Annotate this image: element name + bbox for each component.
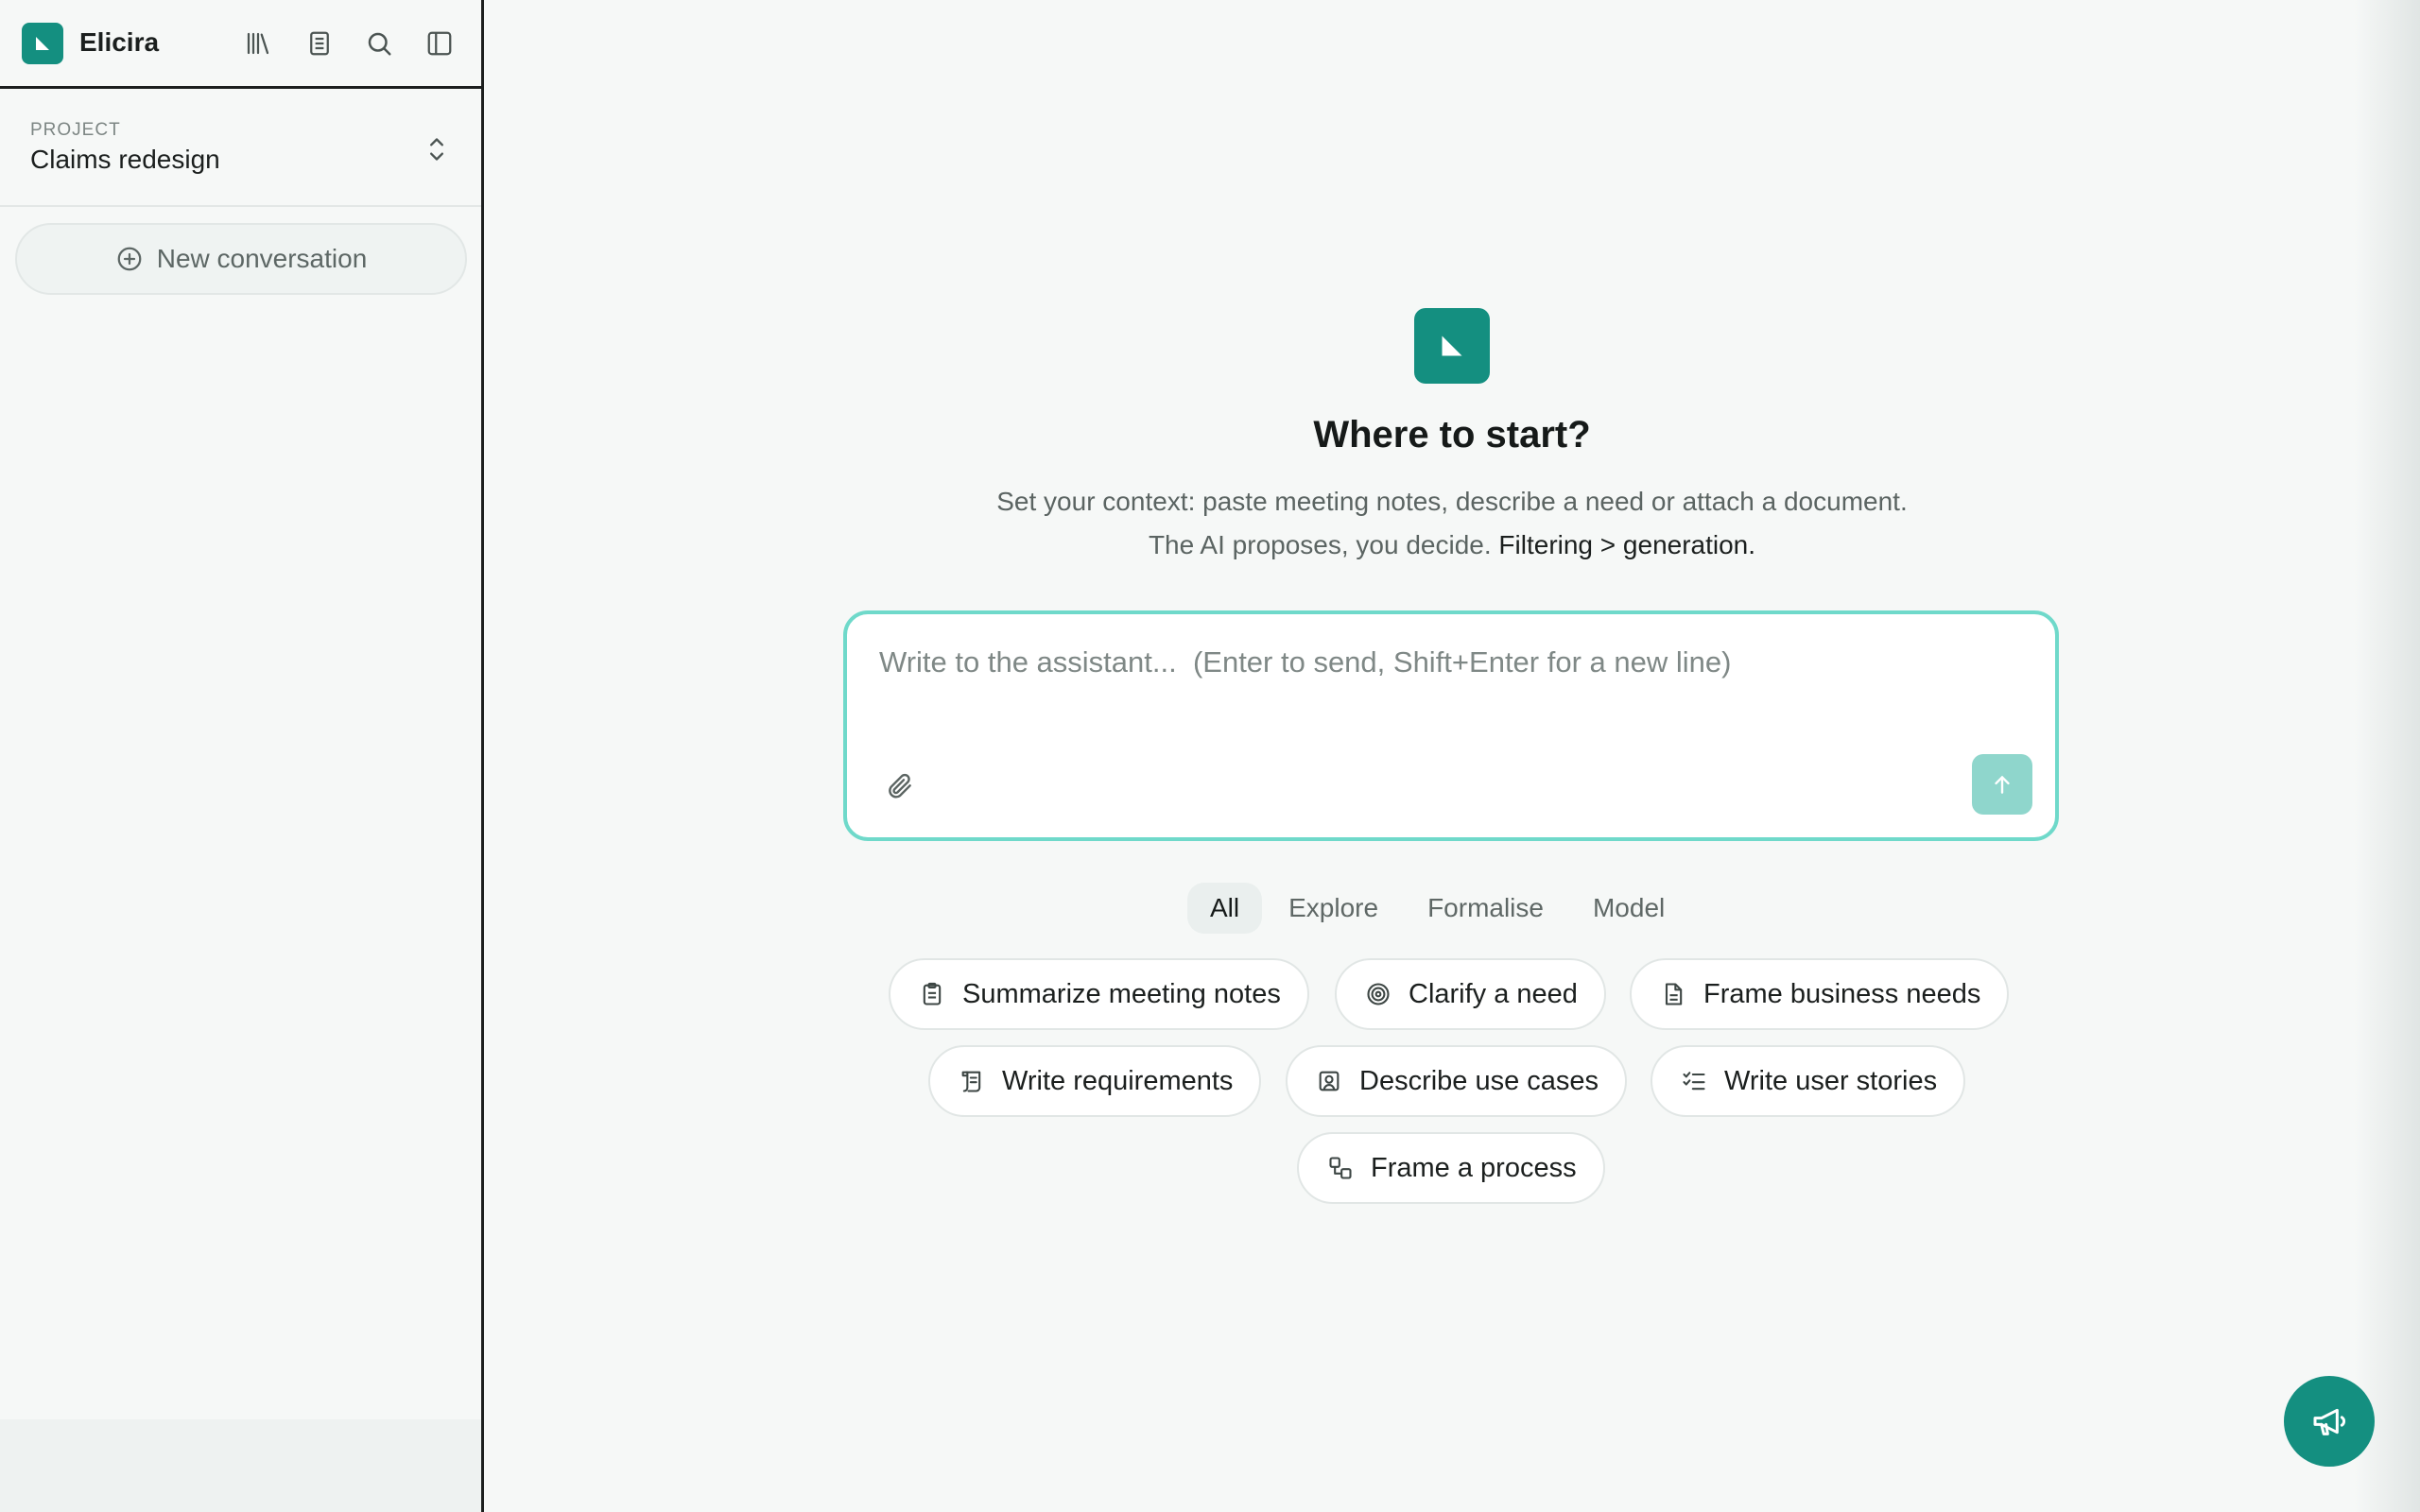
- project-label: PROJECT: [30, 120, 121, 140]
- paperclip-icon: [889, 773, 911, 799]
- new-conversation-label: New conversation: [156, 244, 368, 273]
- list-checks-icon: [1679, 1066, 1709, 1096]
- suggestion-label: Clarify a need: [1409, 978, 1578, 1009]
- right-edge-shade: [2354, 0, 2420, 1512]
- sidebar: Elicira PROJECT Claims redesign New conv…: [0, 0, 484, 1512]
- suggestion-label: Summarize meeting notes: [962, 978, 1281, 1009]
- library-icon[interactable]: [241, 26, 275, 60]
- suggestion-label: Write requirements: [1002, 1065, 1234, 1096]
- sidebar-header: Elicira: [0, 0, 481, 89]
- filter-tab-formalise[interactable]: Formalise: [1405, 883, 1566, 934]
- notebook-icon[interactable]: [302, 26, 337, 60]
- hero-logo: [1414, 308, 1490, 384]
- arrow-up-icon: [1995, 776, 2010, 794]
- app-name: Elicira: [79, 27, 160, 57]
- suggestion-label: Write user stories: [1724, 1065, 1938, 1096]
- send-button[interactable]: [1972, 754, 2032, 815]
- megaphone-icon: [2313, 1408, 2346, 1435]
- chevron-up-down-icon: [430, 138, 443, 161]
- attach-button[interactable]: [881, 767, 919, 805]
- prompt-filter-tabs: All Explore Formalise Model: [1187, 883, 1687, 934]
- hero-subtitle: Set your context: paste meeting notes, d…: [979, 480, 1925, 567]
- document-icon: [1658, 979, 1688, 1009]
- suggestion-label: Describe use cases: [1359, 1065, 1599, 1096]
- suggestion-label: Frame business needs: [1703, 978, 1981, 1009]
- plus-circle-icon: [117, 247, 142, 271]
- sidebar-footer: [0, 1419, 481, 1512]
- message-input[interactable]: [879, 639, 2014, 686]
- suggestion-clarify-a-need[interactable]: Clarify a need: [1335, 958, 1606, 1030]
- search-icon[interactable]: [362, 26, 396, 60]
- clipboard-icon: [917, 979, 947, 1009]
- feedback-button[interactable]: [2284, 1376, 2375, 1467]
- suggestion-summarize-meeting-notes[interactable]: Summarize meeting notes: [889, 958, 1309, 1030]
- filter-tab-explore[interactable]: Explore: [1266, 883, 1401, 934]
- suggestion-frame-business-needs[interactable]: Frame business needs: [1630, 958, 2010, 1030]
- hero-subtitle-emphasis: Filtering > generation.: [1498, 530, 1756, 559]
- workflow-icon: [1325, 1153, 1356, 1183]
- hero-subtitle-text: Set your context: paste meeting notes, d…: [996, 487, 1908, 559]
- logo-mark-icon: [36, 37, 49, 50]
- suggestion-write-requirements[interactable]: Write requirements: [928, 1045, 1262, 1117]
- suggestion-frame-a-process[interactable]: Frame a process: [1297, 1132, 1605, 1204]
- filter-tab-all[interactable]: All: [1187, 883, 1263, 934]
- suggestion-label: Frame a process: [1371, 1152, 1577, 1183]
- project-name: Claims redesign: [30, 145, 220, 174]
- new-conversation-button[interactable]: New conversation: [15, 223, 467, 295]
- target-icon: [1363, 979, 1393, 1009]
- user-square-icon: [1314, 1066, 1344, 1096]
- app-logo[interactable]: [22, 23, 63, 64]
- filter-tab-model[interactable]: Model: [1570, 883, 1687, 934]
- message-composer: [843, 610, 2059, 841]
- logo-mark-icon: [1442, 335, 1462, 356]
- suggestion-describe-use-cases[interactable]: Describe use cases: [1286, 1045, 1628, 1117]
- hero-title: Where to start?: [1313, 414, 1591, 455]
- scroll-icon: [957, 1066, 987, 1096]
- suggestion-write-user-stories[interactable]: Write user stories: [1651, 1045, 1966, 1117]
- sidebar-toggle-icon[interactable]: [423, 26, 457, 60]
- project-selector[interactable]: PROJECT Claims redesign: [0, 92, 481, 207]
